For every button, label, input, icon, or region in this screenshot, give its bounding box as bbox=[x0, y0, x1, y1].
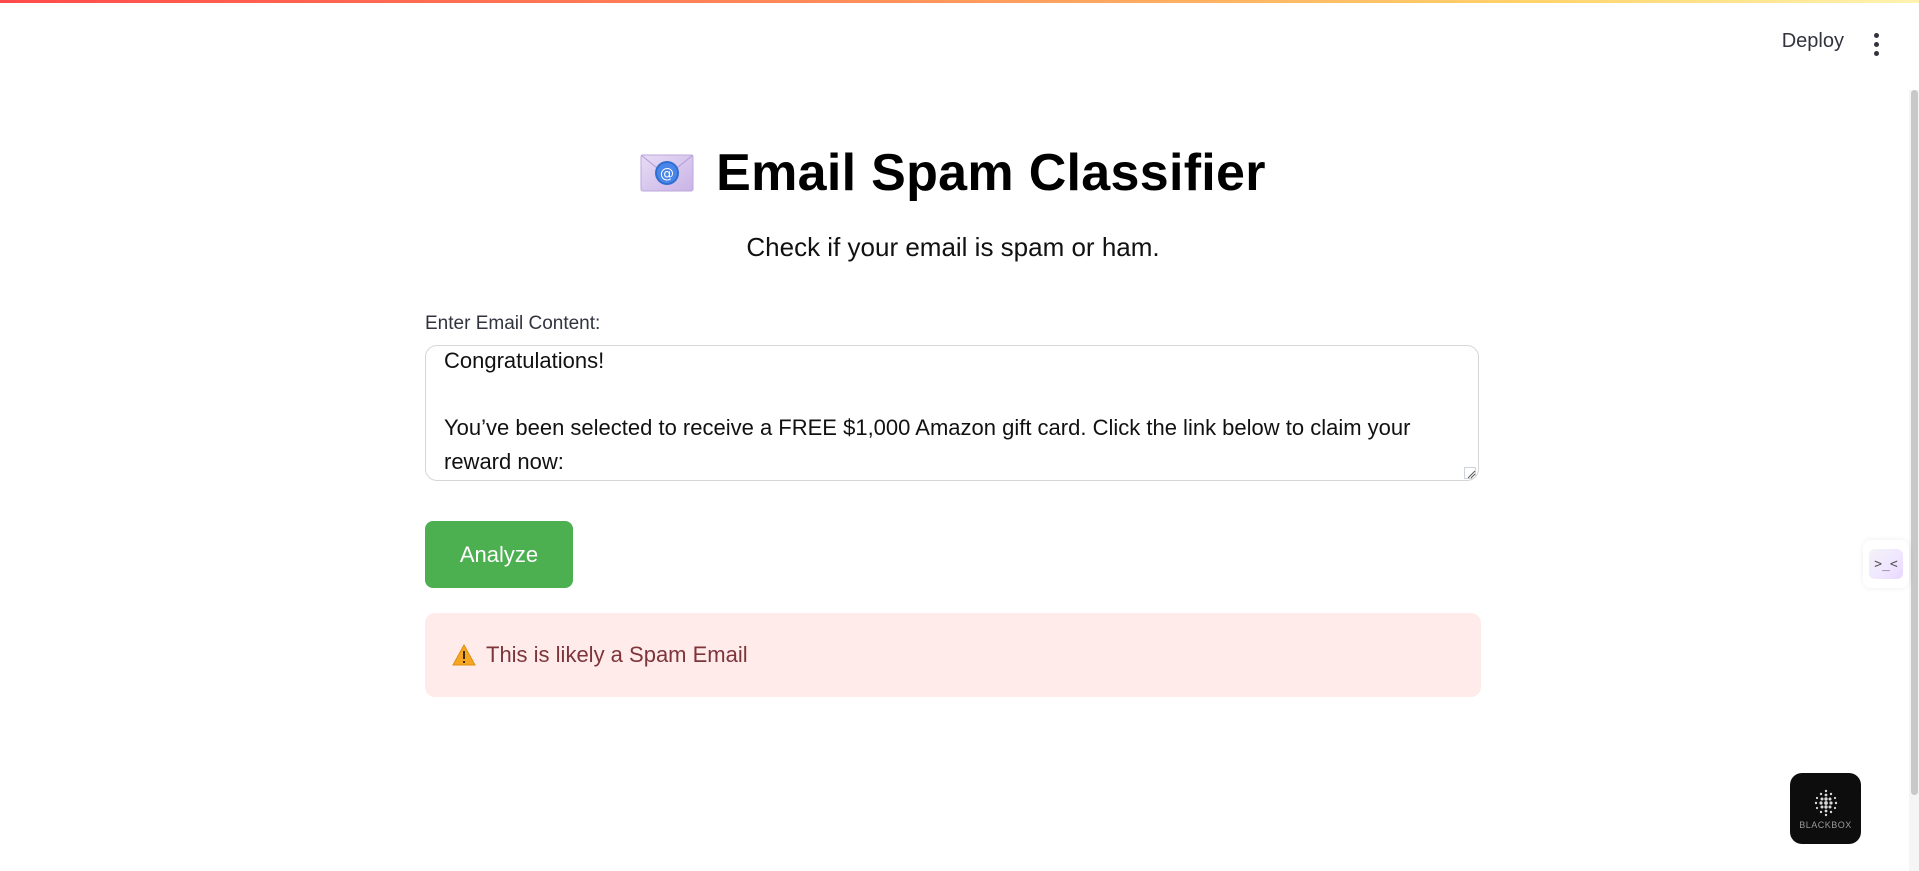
page-subtitle: Check if your email is spam or ham. bbox=[746, 232, 1160, 262]
warning-icon bbox=[452, 643, 476, 666]
deploy-button[interactable]: Deploy bbox=[1782, 30, 1844, 53]
analyze-button[interactable]: Analyze bbox=[425, 521, 573, 588]
spam-result-alert: This is likely a Spam Email bbox=[425, 613, 1481, 697]
svg-text:@: @ bbox=[660, 166, 674, 182]
blackbox-logo-icon bbox=[1814, 789, 1837, 816]
title-row: @ Email Spam Classifier bbox=[425, 130, 1481, 216]
email-content-text[interactable]: Congratulations! You’ve been selected to… bbox=[426, 346, 1478, 478]
page-title: Email Spam Classifier bbox=[716, 144, 1266, 202]
spam-result-text: This is likely a Spam Email bbox=[486, 642, 748, 667]
resize-handle-icon[interactable] bbox=[1464, 466, 1476, 479]
email-content-label: Enter Email Content: bbox=[425, 313, 601, 334]
email-content-textarea[interactable]: Congratulations! You’ve been selected to… bbox=[425, 345, 1479, 481]
side-assistant-widget[interactable]: >_< bbox=[1863, 540, 1909, 588]
envelope-at-icon: @ bbox=[640, 154, 694, 192]
app-header: Deploy bbox=[0, 0, 1919, 90]
blackbox-label: BLACKBOX bbox=[1799, 819, 1852, 830]
vertical-dots-icon bbox=[1873, 33, 1879, 38]
main-menu-button[interactable] bbox=[1871, 33, 1881, 59]
terminal-face-icon: >_< bbox=[1869, 549, 1903, 579]
scrollbar-thumb[interactable] bbox=[1911, 90, 1918, 795]
blackbox-button[interactable]: BLACKBOX bbox=[1790, 773, 1861, 844]
main-content: @ Email Spam Classifier Check if your em… bbox=[425, 130, 1481, 697]
